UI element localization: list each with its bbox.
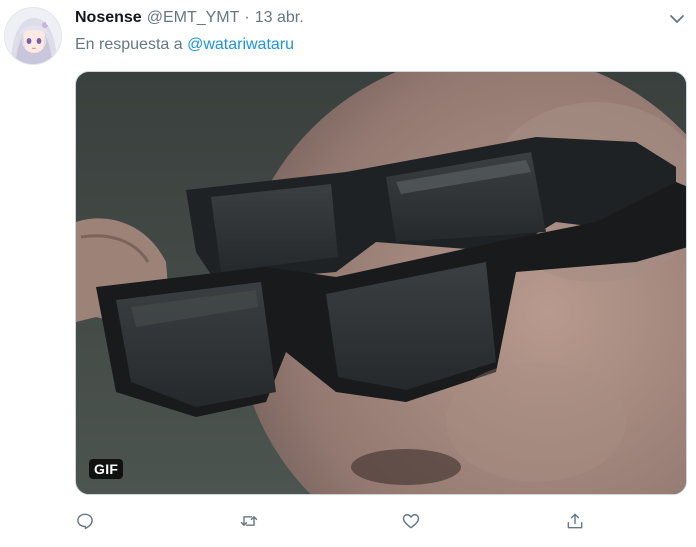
tweet-header: Nosense @EMT_YMT · 13 abr. xyxy=(75,9,304,31)
more-options-button[interactable] xyxy=(668,10,686,28)
retweet-icon xyxy=(240,516,258,526)
avatar[interactable] xyxy=(4,7,62,65)
reply-context: En respuesta a @watariwataru xyxy=(75,36,294,54)
gif-badge: GIF xyxy=(89,459,124,479)
chevron-down-icon xyxy=(670,15,684,23)
tweet-card[interactable]: Nosense @EMT_YMT · 13 abr. En respuesta … xyxy=(0,0,696,547)
reply-button[interactable] xyxy=(71,507,99,535)
author-name[interactable]: Nosense xyxy=(75,9,142,27)
tweet-actions xyxy=(75,507,595,535)
reply-prefix: En respuesta a xyxy=(75,36,183,53)
reply-mention-link[interactable]: @watariwataru xyxy=(187,36,294,53)
avatar-anime-girl-icon xyxy=(5,8,61,64)
like-button[interactable] xyxy=(397,507,425,535)
author-handle[interactable]: @EMT_YMT xyxy=(147,9,240,27)
separator-dot: · xyxy=(244,9,250,26)
speech-bubble-icon xyxy=(77,513,93,530)
tweet-date[interactable]: 13 abr. xyxy=(255,9,304,27)
retweet-button[interactable] xyxy=(235,507,263,535)
share-icon xyxy=(567,513,583,529)
heart-icon xyxy=(402,514,420,529)
gif-image-sunglasses xyxy=(76,72,686,494)
gif-media[interactable]: GIF xyxy=(75,71,687,495)
share-button[interactable] xyxy=(561,507,589,535)
